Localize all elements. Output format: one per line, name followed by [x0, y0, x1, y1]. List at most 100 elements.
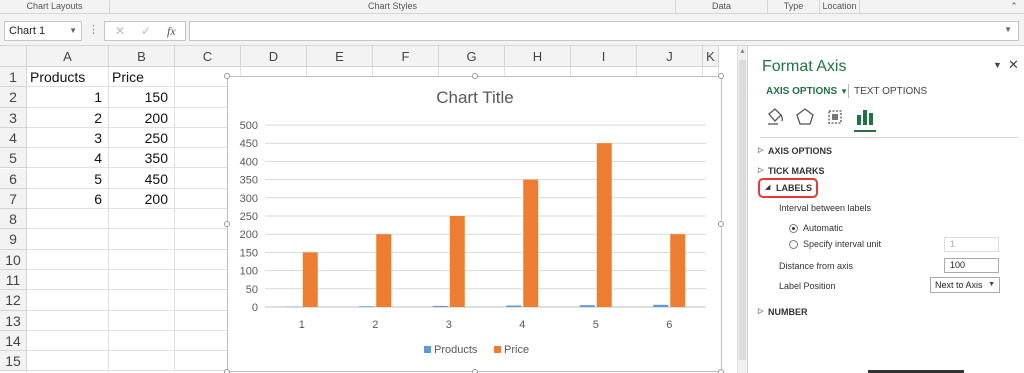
cell-a11[interactable]: [27, 270, 109, 291]
ribbon-group-location[interactable]: Location: [820, 0, 860, 14]
chart-resize-handle[interactable]: [472, 73, 478, 79]
ribbon-group-type[interactable]: Type: [768, 0, 820, 14]
worksheet[interactable]: ABCDEFGHIJK 1 2 3 4 5 6 7 8 9 10 11 12 13 14 15 Produc…: [0, 46, 746, 373]
column-header-b[interactable]: B: [109, 46, 175, 67]
specify-interval-label[interactable]: Specify interval unit: [803, 239, 881, 249]
row-header-12[interactable]: 12: [0, 290, 27, 311]
chart-resize-handle[interactable]: [224, 369, 230, 373]
row-header-2[interactable]: 2: [0, 87, 27, 108]
row-header-15[interactable]: 15: [0, 351, 27, 372]
cell-a13[interactable]: [27, 310, 109, 331]
row-header-4[interactable]: 4: [0, 127, 27, 149]
row-header-13[interactable]: 13: [0, 310, 27, 331]
close-icon[interactable]: ✕: [1008, 57, 1019, 73]
cell-a2[interactable]: 1: [27, 87, 109, 108]
chart-resize-handle[interactable]: [718, 221, 724, 227]
cell-a7[interactable]: 6: [27, 188, 109, 210]
cell-b8[interactable]: [109, 209, 175, 230]
cell-b10[interactable]: [109, 249, 175, 270]
expand-formula-icon[interactable]: ▼: [1004, 25, 1012, 34]
cell-b12[interactable]: [109, 290, 175, 311]
vertical-scrollbar[interactable]: ▲: [737, 46, 747, 373]
cell-a6[interactable]: 5: [27, 168, 109, 189]
ribbon-group-data[interactable]: Data: [676, 0, 768, 14]
cell-b4[interactable]: 250: [109, 127, 175, 149]
column-header-k[interactable]: K: [703, 46, 719, 67]
chart-resize-handle[interactable]: [718, 369, 724, 373]
column-header-g[interactable]: G: [439, 46, 505, 67]
axis-options-icon[interactable]: [854, 106, 876, 128]
size-properties-icon[interactable]: [824, 106, 846, 128]
column-header-a[interactable]: A: [27, 46, 109, 67]
cancel-icon[interactable]: ✕: [115, 24, 125, 38]
section-tick-marks[interactable]: ▷ TICK MARKS: [758, 166, 825, 176]
row-header-9[interactable]: 9: [0, 229, 27, 250]
cell-a1[interactable]: Products: [27, 67, 109, 88]
interval-unit-field[interactable]: 1: [944, 237, 999, 252]
specify-interval-radio[interactable]: [789, 240, 798, 249]
fill-line-icon[interactable]: [764, 106, 786, 128]
formula-input[interactable]: ▼: [189, 21, 1019, 41]
cell-a8[interactable]: [27, 209, 109, 230]
cell-b1[interactable]: Price: [109, 67, 175, 88]
column-header-f[interactable]: F: [373, 46, 439, 67]
cell-a4[interactable]: 3: [27, 127, 109, 149]
chart-resize-handle[interactable]: [718, 73, 724, 79]
cell-a3[interactable]: 2: [27, 107, 109, 128]
distance-field[interactable]: 100: [944, 258, 999, 273]
enter-icon[interactable]: ✓: [141, 24, 151, 38]
row-header-1[interactable]: 1: [0, 67, 27, 88]
cell-a12[interactable]: [27, 290, 109, 311]
column-header-d[interactable]: D: [241, 46, 307, 67]
more-icon[interactable]: ⋮: [88, 23, 99, 36]
cell-b13[interactable]: [109, 310, 175, 331]
cell-b9[interactable]: [109, 229, 175, 250]
ribbon-group-chart-layouts[interactable]: Chart Layouts: [0, 0, 110, 14]
row-header-14[interactable]: 14: [0, 330, 27, 352]
cell-b11[interactable]: [109, 270, 175, 291]
cell-a9[interactable]: [27, 229, 109, 250]
cell-b7[interactable]: 200: [109, 188, 175, 210]
task-pane-options-icon[interactable]: ▼: [993, 60, 1002, 70]
cell-a15[interactable]: [27, 351, 109, 372]
cell-b3[interactable]: 200: [109, 107, 175, 128]
chart-resize-handle[interactable]: [224, 221, 230, 227]
section-axis-options[interactable]: ▷ AXIS OPTIONS: [758, 146, 832, 156]
column-header-i[interactable]: I: [571, 46, 637, 67]
column-header-j[interactable]: J: [637, 46, 703, 67]
ribbon-group-chart-styles[interactable]: Chart Styles: [110, 0, 676, 14]
name-box[interactable]: Chart 1 ▼: [4, 21, 82, 41]
scroll-thumb[interactable]: [739, 60, 746, 360]
cell-b5[interactable]: 350: [109, 148, 175, 169]
tab-axis-options[interactable]: AXIS OPTIONS ▼: [766, 86, 848, 97]
chart-resize-handle[interactable]: [472, 369, 478, 373]
cell-b14[interactable]: [109, 330, 175, 352]
chart[interactable]: Chart Title 0 50 100 150 200 250 300 350 400 450 50…: [224, 73, 724, 373]
chart-resize-handle[interactable]: [224, 73, 230, 79]
automatic-label[interactable]: Automatic: [803, 223, 843, 233]
effects-icon[interactable]: [794, 106, 816, 128]
ribbon-collapse-icon[interactable]: ⌃: [1004, 0, 1024, 14]
scroll-up-icon[interactable]: ▲: [739, 48, 746, 55]
cell-a10[interactable]: [27, 249, 109, 270]
section-labels[interactable]: ◢ LABELS: [758, 178, 818, 198]
cell-a14[interactable]: [27, 330, 109, 352]
row-header-8[interactable]: 8: [0, 209, 27, 230]
cell-b2[interactable]: 150: [109, 87, 175, 108]
cell-a5[interactable]: 4: [27, 148, 109, 169]
row-header-6[interactable]: 6: [0, 168, 27, 189]
row-header-11[interactable]: 11: [0, 270, 27, 291]
automatic-radio[interactable]: [789, 224, 798, 233]
insert-function-icon[interactable]: fx: [167, 24, 176, 39]
tab-text-options[interactable]: TEXT OPTIONS: [854, 86, 927, 97]
cell-b15[interactable]: [109, 351, 175, 372]
select-all-corner[interactable]: [0, 46, 27, 67]
label-position-select[interactable]: Next to Axis ▼: [930, 277, 1000, 293]
column-header-c[interactable]: C: [175, 46, 241, 67]
row-header-10[interactable]: 10: [0, 249, 27, 270]
row-header-7[interactable]: 7: [0, 188, 27, 210]
cell-b6[interactable]: 450: [109, 168, 175, 189]
row-header-3[interactable]: 3: [0, 107, 27, 128]
section-number[interactable]: ▷ NUMBER: [758, 307, 808, 317]
chevron-down-icon[interactable]: ▼: [69, 22, 77, 40]
